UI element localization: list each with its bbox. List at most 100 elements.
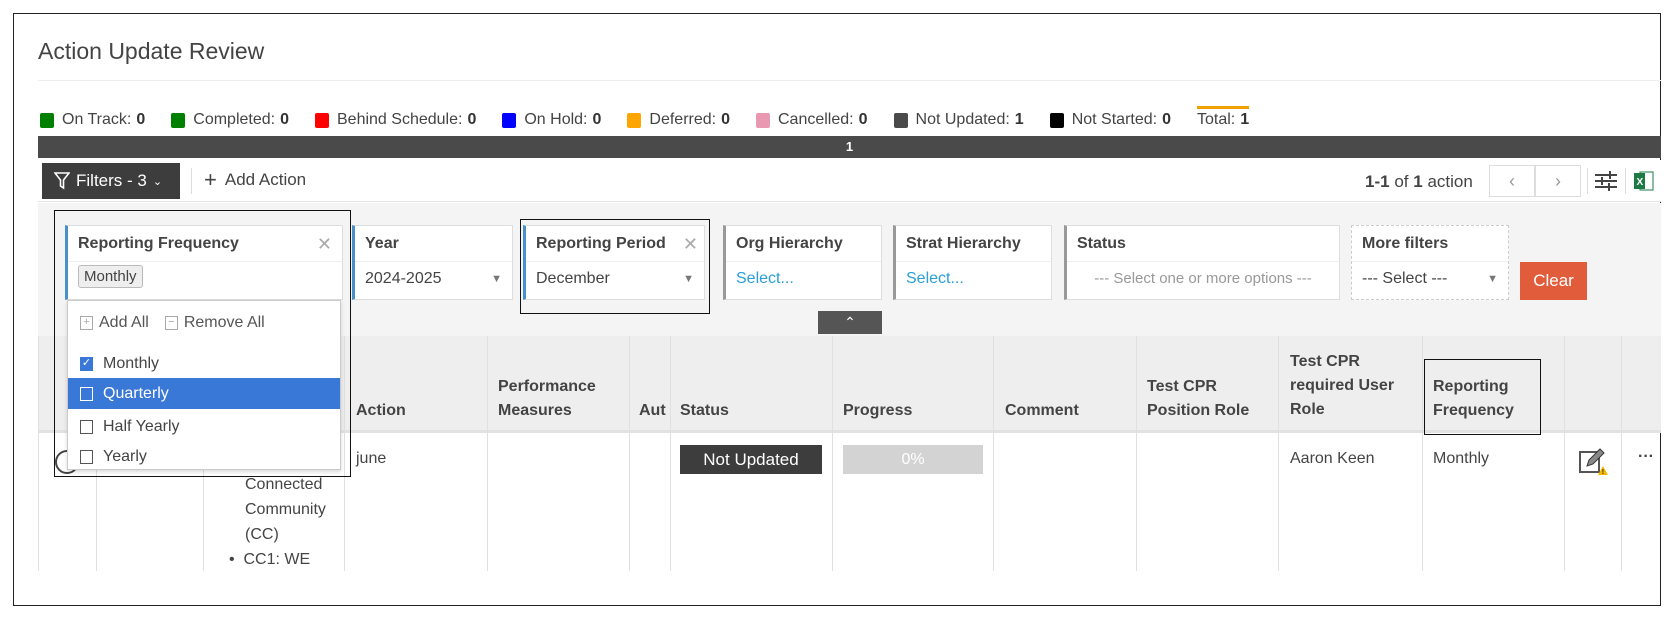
legend-count: 0 — [858, 111, 868, 128]
collapse-filters-button[interactable]: ⌃ — [818, 311, 882, 334]
header-line: Role — [1290, 401, 1325, 418]
filters-button[interactable]: Filters - 3 ⌄ — [42, 163, 180, 199]
option-label: Monthly — [103, 354, 160, 372]
strategy-text: Connected Community (CC) — [245, 472, 326, 547]
dropdown-option[interactable]: Quarterly — [68, 378, 340, 409]
filter-org-hierarchy[interactable]: Org Hierarchy Select... — [723, 225, 882, 300]
column-divider — [1136, 336, 1137, 571]
period-value: December — [536, 270, 610, 287]
org-select-link[interactable]: Select... — [736, 270, 794, 288]
next-page-button[interactable]: › — [1535, 165, 1581, 197]
prev-page-button[interactable]: ‹ — [1489, 165, 1535, 197]
dropdown-option[interactable]: Yearly — [68, 441, 340, 472]
legend-label: Not Updated: — [915, 111, 1010, 128]
checkbox-icon[interactable] — [80, 419, 93, 434]
legend-item: Not Updated: 1 — [893, 111, 1024, 129]
header-position-role[interactable]: Test CPR Position Role — [1147, 375, 1249, 423]
filter-label: Org Hierarchy — [726, 226, 881, 262]
header-performance-measures[interactable]: Performance Measures — [498, 375, 596, 423]
pager-unit: action — [1427, 172, 1473, 191]
legend-total: Total: 1 — [1196, 106, 1250, 129]
add-all-label: Add All — [99, 313, 149, 331]
caret-down-icon: ▼ — [1487, 273, 1498, 285]
chevron-left-icon: ‹ — [1509, 171, 1515, 191]
column-divider — [1278, 336, 1279, 571]
more-actions-icon[interactable]: ··· — [1638, 444, 1654, 469]
legend-swatch — [171, 112, 186, 128]
divider — [191, 168, 192, 194]
dropdown-option[interactable]: ✓ Monthly — [68, 348, 340, 379]
legend-count: 0 — [721, 111, 730, 128]
header-status[interactable]: Status — [680, 399, 729, 423]
minus-square-icon: − — [164, 315, 178, 330]
legend-swatch — [893, 112, 908, 128]
legend-count: 0 — [467, 111, 477, 128]
legend-label: Not Started: — [1071, 111, 1158, 128]
cell-action[interactable]: june — [356, 446, 386, 471]
filter-label: Reporting Period — [536, 235, 666, 252]
chevron-up-icon: ⌃ — [844, 314, 856, 330]
filter-reporting-period[interactable]: Reporting Period ✕ December ▼ — [523, 225, 705, 300]
legend-swatch — [1049, 112, 1064, 128]
clear-filters-button[interactable]: Clear — [1520, 262, 1587, 300]
chevron-right-icon: › — [1555, 171, 1561, 191]
filter-year[interactable]: Year 2024-2025 ▼ — [352, 225, 513, 300]
header-line: Performance — [498, 378, 596, 395]
legend-item: Cancelled: 0 — [756, 111, 868, 129]
legend-item: Deferred: 0 — [627, 111, 730, 129]
column-divider — [629, 336, 630, 571]
add-all-button[interactable]: + Add All — [80, 314, 149, 332]
legend-item: On Track: 0 — [40, 111, 145, 129]
filter-status[interactable]: Status --- Select one or more options --… — [1064, 225, 1340, 300]
strategy-bullet-text: CC1: WE — [243, 551, 311, 568]
selected-chip[interactable]: Monthly — [78, 265, 143, 288]
edit-update-button[interactable]: ! — [1578, 447, 1608, 482]
header-action[interactable]: Action — [356, 399, 406, 423]
filter-more[interactable]: More filters --- Select --- ▼ — [1351, 225, 1509, 300]
total-label: Total: — [1196, 111, 1236, 128]
sliders-icon — [1595, 171, 1617, 191]
status-distribution-bar[interactable]: 1 — [38, 136, 1661, 158]
close-icon[interactable]: ✕ — [683, 234, 698, 255]
header-comment[interactable]: Comment — [1005, 399, 1079, 423]
legend-label: On Hold: — [524, 111, 588, 128]
close-icon[interactable]: ✕ — [317, 234, 332, 255]
dropdown-option[interactable]: Half Yearly — [68, 411, 340, 442]
checkbox-icon[interactable] — [80, 449, 93, 464]
header-line: Measures — [498, 402, 572, 419]
column-settings-button[interactable] — [1594, 170, 1618, 197]
legend-item: Behind Schedule: 0 — [315, 111, 476, 129]
svg-text:!: ! — [1602, 469, 1604, 476]
filter-reporting-frequency[interactable]: Reporting Frequency ✕ Monthly — [65, 225, 343, 300]
filter-strat-hierarchy[interactable]: Strat Hierarchy Select... — [893, 225, 1052, 300]
progress-bar: 0% — [843, 445, 983, 474]
strategy-bullet: • CC1: WE — [229, 551, 311, 568]
checkbox-icon[interactable] — [80, 386, 93, 401]
header-progress[interactable]: Progress — [843, 399, 912, 423]
legend-label: Deferred: — [649, 111, 717, 128]
legend-label: On Track: — [62, 111, 132, 128]
column-divider — [670, 336, 671, 571]
column-divider — [832, 336, 833, 571]
strategy-line: (CC) — [245, 526, 279, 543]
strategy-line: Community — [245, 501, 326, 518]
column-divider — [1564, 336, 1565, 571]
strat-select-link[interactable]: Select... — [906, 270, 964, 288]
legend-swatch — [756, 112, 770, 128]
legend-count: 1 — [1014, 111, 1024, 128]
header-aut[interactable]: Aut — [639, 399, 669, 423]
header-user-role[interactable]: Test CPR required User Role — [1290, 350, 1394, 422]
pager-count: 1 — [1413, 172, 1423, 191]
remove-all-button[interactable]: − Remove All — [164, 314, 265, 332]
checkbox-icon[interactable]: ✓ — [80, 356, 93, 371]
divider — [38, 80, 1661, 81]
legend-count: 0 — [280, 111, 289, 128]
column-divider — [1422, 336, 1423, 571]
export-excel-button[interactable]: X — [1634, 170, 1654, 197]
pager-range: 1-1 — [1365, 172, 1390, 191]
filter-label: Reporting Frequency — [78, 235, 239, 252]
divider — [1587, 168, 1588, 194]
header-reporting-frequency[interactable]: Reporting Frequency — [1433, 375, 1514, 423]
header-line: Reporting — [1433, 378, 1509, 395]
add-action-button[interactable]: + Add Action — [204, 169, 306, 191]
